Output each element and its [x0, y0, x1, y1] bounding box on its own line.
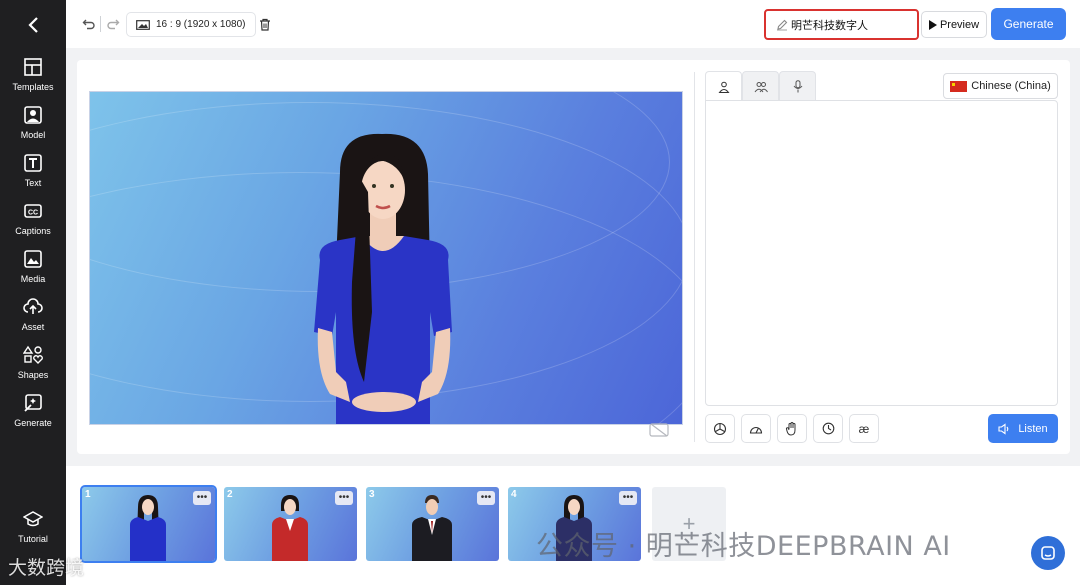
listen-label: Listen	[1018, 422, 1048, 435]
sidebar-item-text[interactable]: Text	[0, 152, 66, 196]
scene-number: 4	[511, 489, 517, 500]
templates-icon	[22, 56, 44, 78]
scene-more-button[interactable]: •••	[619, 491, 637, 505]
scene-more-button[interactable]: •••	[193, 491, 211, 505]
sidebar-item-label: Captions	[15, 226, 51, 236]
sidebar-item-generate[interactable]: Generate	[0, 392, 66, 436]
speaker-icon	[998, 422, 1009, 435]
sidebar: Templates Model Text CC Captions Media A…	[0, 0, 66, 585]
model-icon	[22, 104, 44, 126]
media-icon	[22, 248, 44, 270]
generate-label: Generate	[1003, 17, 1054, 31]
scene-more-button[interactable]: •••	[477, 491, 495, 505]
play-icon	[928, 19, 937, 30]
sidebar-item-label: Asset	[21, 322, 45, 332]
sidebar-item-captions[interactable]: CC Captions	[0, 200, 66, 244]
project-name-field[interactable]: 明芒科技数字人	[764, 9, 919, 40]
sidebar-item-label: Model	[20, 130, 46, 140]
sidebar-item-label: Media	[20, 274, 46, 284]
aspect-ratio-label: 16 : 9 (1920 x 1080)	[156, 19, 246, 30]
panel-divider	[694, 72, 695, 442]
scene-thumbnail[interactable]: 1 •••	[80, 485, 217, 563]
redo-icon	[107, 19, 120, 30]
ai-writer-button[interactable]	[705, 414, 735, 443]
sidebar-item-templates[interactable]: Templates	[0, 56, 66, 100]
scene-avatar	[272, 495, 308, 561]
sidebar-item-model[interactable]: Model	[0, 104, 66, 148]
scene-thumbnail[interactable]: 2 •••	[224, 487, 357, 561]
undo-button[interactable]	[80, 15, 98, 33]
redo-button[interactable]	[104, 15, 122, 33]
sidebar-item-tutorial[interactable]: Tutorial	[0, 508, 66, 552]
language-label: Chinese (China)	[971, 80, 1051, 92]
shapes-icon	[22, 344, 44, 366]
delete-button[interactable]	[256, 15, 274, 33]
undo-icon	[82, 19, 95, 30]
tab-single-speaker[interactable]	[705, 71, 742, 101]
pronunciation-label: æ	[858, 421, 870, 436]
scene-number: 3	[369, 489, 375, 500]
gesture-icon	[786, 421, 796, 436]
scene-thumbnail[interactable]: 3 •••	[366, 487, 499, 561]
sidebar-item-label: Tutorial	[18, 534, 48, 544]
brand-watermark: 大数跨境	[8, 557, 85, 579]
text-icon	[22, 152, 44, 174]
scene-avatar	[412, 495, 452, 561]
sidebar-item-label: Text	[24, 178, 42, 188]
listen-button[interactable]: Listen	[988, 414, 1058, 443]
person-icon	[717, 81, 730, 93]
speed-button[interactable]	[741, 414, 771, 443]
pronunciation-button[interactable]: æ	[849, 414, 879, 443]
watermark-text: 公众号 · 明芒科技DEEPBRAIN AI	[536, 531, 951, 562]
asset-icon	[22, 296, 44, 318]
openai-icon	[713, 422, 727, 435]
language-selector[interactable]: Chinese (China)	[943, 73, 1058, 99]
scene-more-button[interactable]: •••	[335, 491, 353, 505]
sidebar-item-shapes[interactable]: Shapes	[0, 344, 66, 388]
chat-icon	[1041, 546, 1055, 560]
svg-text:CC: CC	[28, 210, 38, 217]
generate-icon	[22, 392, 44, 414]
toolbar-divider	[100, 16, 101, 32]
scene-number: 1	[85, 489, 91, 500]
speed-icon	[749, 426, 763, 434]
people-icon	[754, 81, 768, 92]
captions-off-icon	[649, 423, 669, 437]
gesture-button[interactable]	[777, 414, 807, 443]
sidebar-item-media[interactable]: Media	[0, 248, 66, 292]
trash-icon	[260, 18, 270, 31]
back-button[interactable]	[20, 12, 46, 38]
chat-support-button[interactable]	[1031, 536, 1065, 570]
graduation-cap-icon	[22, 508, 44, 530]
pencil-icon	[777, 19, 788, 30]
sidebar-item-label: Shapes	[17, 370, 49, 380]
sidebar-item-label: Generate	[14, 418, 52, 428]
sidebar-item-asset[interactable]: Asset	[0, 296, 66, 340]
sidebar-item-label: Templates	[12, 82, 54, 92]
captions-icon: CC	[22, 200, 44, 222]
script-tabs	[705, 71, 816, 101]
scene-avatar	[130, 495, 166, 561]
hide-captions-button[interactable]	[649, 423, 669, 442]
editor-panel: Chinese (China) æ Listen	[77, 60, 1070, 454]
preview-button[interactable]: Preview	[921, 11, 987, 38]
timer-icon	[822, 422, 834, 435]
preview-label: Preview	[939, 18, 980, 31]
generate-button[interactable]: Generate	[991, 8, 1066, 40]
script-input[interactable]	[705, 100, 1058, 406]
toolbar: 16 : 9 (1920 x 1080) 明芒科技数字人 Preview Gen…	[66, 0, 1080, 48]
pause-timer-button[interactable]	[813, 414, 843, 443]
china-flag-icon	[950, 80, 968, 92]
microphone-icon	[793, 80, 802, 93]
tab-audio[interactable]	[779, 71, 816, 101]
scene-number: 2	[227, 489, 233, 500]
video-canvas[interactable]	[89, 91, 683, 425]
tab-multi-speaker[interactable]	[742, 71, 779, 101]
chevron-left-icon	[28, 17, 38, 33]
avatar-presenter[interactable]	[280, 132, 490, 425]
aspect-ratio-selector[interactable]: 16 : 9 (1920 x 1080)	[126, 12, 256, 37]
project-name-value: 明芒科技数字人	[791, 19, 868, 32]
aspect-ratio-icon	[136, 19, 150, 30]
